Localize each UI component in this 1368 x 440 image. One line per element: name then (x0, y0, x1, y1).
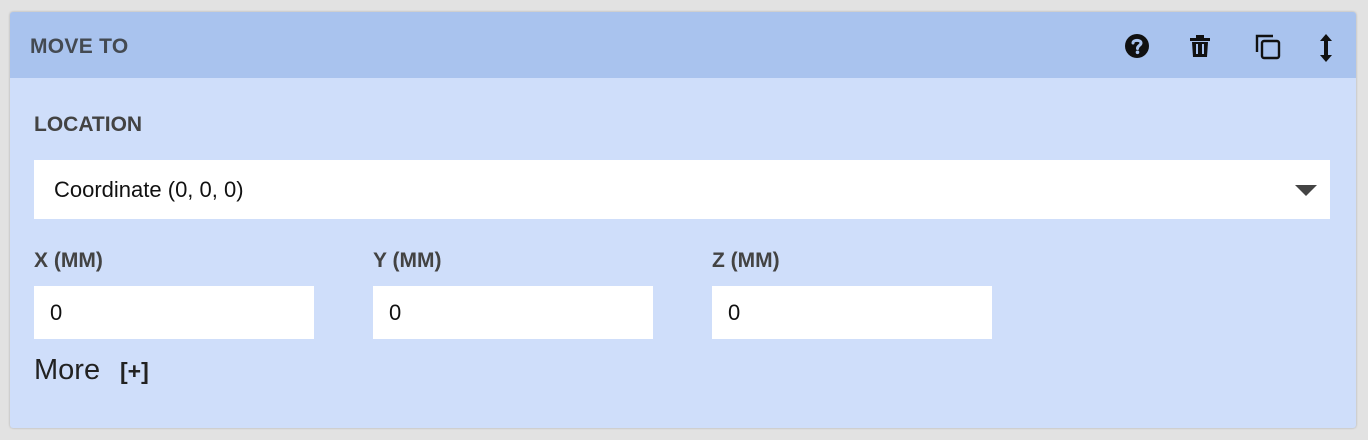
duplicate-icon[interactable] (1253, 32, 1281, 60)
location-label: LOCATION (34, 113, 143, 136)
location-select-value: Coordinate (0, 0, 0) (54, 177, 244, 202)
move-to-step-card: MOVE TO LOCATION Coordinate (0, 0, 0) X … (10, 12, 1356, 428)
x-input[interactable] (34, 286, 314, 339)
y-label: Y (MM) (373, 249, 442, 272)
dropdown-caret-icon (1295, 185, 1317, 196)
help-icon[interactable] (1123, 32, 1151, 60)
z-input[interactable] (712, 286, 992, 339)
more-link[interactable]: More (34, 354, 100, 387)
z-label: Z (MM) (712, 249, 780, 272)
step-title: MOVE TO (30, 35, 129, 58)
reorder-icon[interactable] (1312, 32, 1340, 62)
step-header: MOVE TO (10, 12, 1356, 78)
location-select[interactable]: Coordinate (0, 0, 0) (34, 160, 1330, 219)
trash-icon[interactable] (1186, 32, 1214, 60)
x-label: X (MM) (34, 249, 103, 272)
more-expand-toggle[interactable]: [+] (120, 358, 149, 385)
y-input[interactable] (373, 286, 653, 339)
